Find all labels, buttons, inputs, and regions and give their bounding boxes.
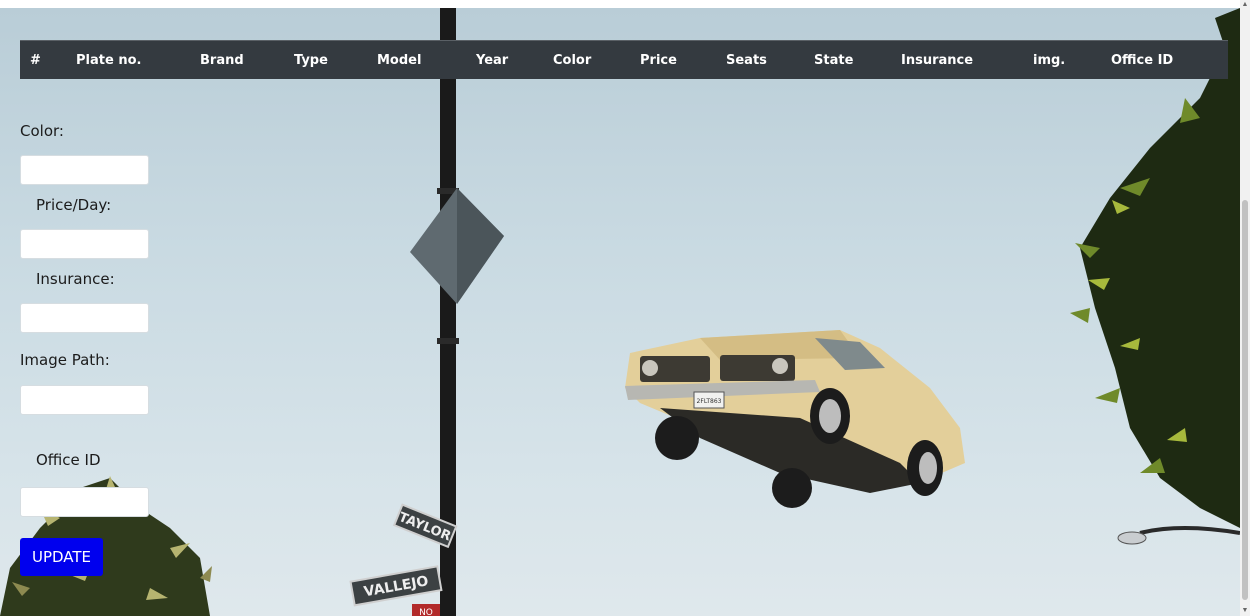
column-header-img: img. [1033,53,1066,68]
color-input[interactable] [20,155,149,185]
column-header-type: Type [294,53,328,68]
scroll-down-arrow-icon[interactable]: ▼ [1240,606,1250,616]
column-header-number: # [30,53,41,68]
insurance-label: Insurance: [36,270,115,288]
car-license-plate: 2FLT863 [697,398,722,405]
price-per-day-input[interactable] [20,229,149,259]
background-photo: TAYLOR VALLEJO NO 2FLT863 [0,8,1240,616]
column-header-state: State [814,53,854,68]
scroll-up-arrow-icon[interactable]: ▲ [1240,0,1250,10]
image-path-label: Image Path: [20,351,110,369]
page: TAYLOR VALLEJO NO 2FLT863 ▲ ▼ # Plate no… [0,0,1250,616]
column-header-plate-no: Plate no. [76,53,142,68]
price-per-day-label: Price/Day: [36,196,112,214]
column-header-brand: Brand [200,53,244,68]
right-tree [1070,8,1240,528]
image-path-input[interactable] [20,385,149,415]
insurance-input[interactable] [20,303,149,333]
column-header-price: Price [640,53,677,68]
office-id-label: Office ID [36,451,101,469]
street-lamp [1117,526,1240,545]
color-label: Color: [20,122,64,140]
cars-table-header: # Plate no. Brand Type Model Year Color … [20,40,1228,79]
column-header-insurance: Insurance [901,53,974,68]
column-header-seats: Seats [726,53,767,68]
column-header-model: Model [377,53,422,68]
page-scrollbar[interactable]: ▲ ▼ [1240,0,1250,616]
background-scene: TAYLOR VALLEJO NO 2FLT863 [0,8,1240,616]
sign-no: NO [419,608,433,616]
scrollbar-thumb[interactable] [1242,200,1248,600]
office-id-input[interactable] [20,487,149,517]
flying-car: 2FLT863 [625,330,965,508]
column-header-office-id: Office ID [1111,53,1174,68]
column-header-year: Year [476,53,509,68]
update-button[interactable]: UPDATE [20,538,103,576]
column-header-color: Color [553,53,592,68]
